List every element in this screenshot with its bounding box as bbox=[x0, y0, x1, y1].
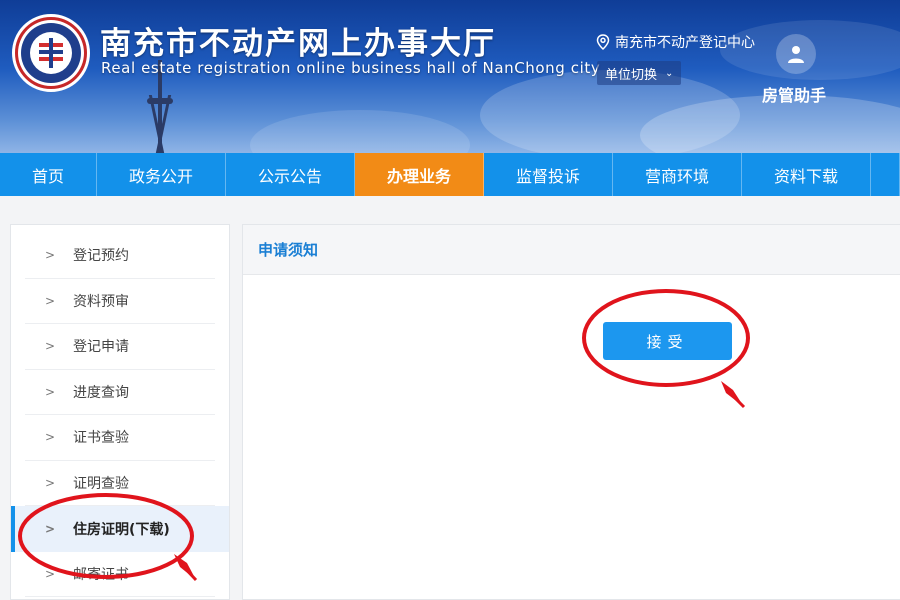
site-title: 南充市不动产网上办事大厅 bbox=[100, 26, 496, 62]
sidebar-item-label: 资料预审 bbox=[73, 293, 129, 310]
chevron-down-icon: ⌄ bbox=[665, 67, 674, 79]
sidebar-item-document-pre-review[interactable]: > 资料预审 bbox=[25, 279, 215, 324]
nav-item-complaints[interactable]: 监督投诉 bbox=[484, 153, 613, 196]
sidebar-item-label: 住房证明(下载) bbox=[73, 521, 170, 538]
unit-switch-dropdown[interactable]: 单位切换 ⌄ bbox=[597, 61, 682, 85]
sidebar-item-proof-verification[interactable]: > 证明查验 bbox=[25, 461, 215, 506]
location-pin-icon bbox=[596, 34, 610, 50]
chevron-right-icon: > bbox=[45, 248, 56, 263]
cloud-decoration bbox=[250, 110, 470, 153]
sidebar-item-certificate-verification[interactable]: > 证书查验 bbox=[25, 415, 215, 461]
chevron-right-icon: > bbox=[45, 339, 56, 354]
main-nav: 首页 政务公开 公示公告 办理业务 监督投诉 营商环境 资料下载 bbox=[0, 153, 900, 196]
sidebar-item-progress-query[interactable]: > 进度查询 bbox=[25, 370, 215, 415]
sidebar-menu: > 登记预约 > 资料预审 > 登记申请 > 进度查询 > 证书查验 > 证明查… bbox=[10, 224, 230, 600]
chevron-right-icon: > bbox=[45, 293, 56, 308]
registration-logo[interactable] bbox=[12, 14, 90, 92]
sidebar-item-registration-application[interactable]: > 登记申请 bbox=[25, 324, 215, 370]
housing-helper-link[interactable]: 房管助手 bbox=[762, 82, 826, 106]
chevron-right-icon: > bbox=[45, 430, 56, 445]
location-indicator: 南充市不动产登记中心 bbox=[596, 32, 755, 52]
nav-item-business-environment[interactable]: 营商环境 bbox=[613, 153, 742, 196]
emblem-icon bbox=[18, 20, 84, 86]
location-text: 南充市不动产登记中心 bbox=[615, 35, 755, 51]
sidebar-item-housing-proof-download[interactable]: > 住房证明(下载) bbox=[11, 506, 229, 552]
user-avatar[interactable] bbox=[776, 34, 816, 74]
sidebar-item-label: 登记预约 bbox=[73, 248, 129, 265]
sidebar-item-mail-certificate[interactable]: > 邮寄证书 bbox=[25, 552, 215, 597]
nav-item-announcements[interactable]: 公示公告 bbox=[226, 153, 355, 196]
site-subtitle: Real estate registration online business… bbox=[101, 59, 601, 77]
nav-item-home[interactable]: 首页 bbox=[0, 153, 97, 196]
nav-item-business[interactable]: 办理业务 bbox=[355, 153, 484, 196]
chevron-right-icon: > bbox=[45, 566, 56, 581]
accept-button[interactable]: 接受 bbox=[603, 322, 732, 360]
nav-item-government-affairs[interactable]: 政务公开 bbox=[97, 153, 226, 196]
page-title: 申请须知 bbox=[258, 241, 319, 259]
user-icon bbox=[788, 46, 804, 63]
sidebar-item-registration-appointment[interactable]: > 登记预约 bbox=[25, 233, 215, 279]
nav-item-downloads[interactable]: 资料下载 bbox=[742, 153, 871, 196]
sidebar-item-label: 进度查询 bbox=[73, 384, 129, 401]
sidebar-item-label: 登记申请 bbox=[73, 339, 129, 356]
chevron-right-icon: > bbox=[45, 475, 56, 490]
sidebar-item-label: 证明查验 bbox=[73, 475, 129, 492]
nav-item-overflow bbox=[871, 153, 900, 196]
main-content: 申请须知 接受 bbox=[242, 224, 900, 600]
chevron-right-icon: > bbox=[45, 521, 56, 536]
sidebar-item-label: 证书查验 bbox=[73, 430, 129, 447]
sidebar-item-label: 邮寄证书 bbox=[73, 566, 129, 583]
content-header: 申请须知 bbox=[243, 225, 900, 275]
chevron-right-icon: > bbox=[45, 384, 56, 399]
unit-switch-label: 单位切换 bbox=[605, 67, 658, 83]
site-header: 南充市不动产网上办事大厅 Real estate registration on… bbox=[0, 0, 900, 153]
